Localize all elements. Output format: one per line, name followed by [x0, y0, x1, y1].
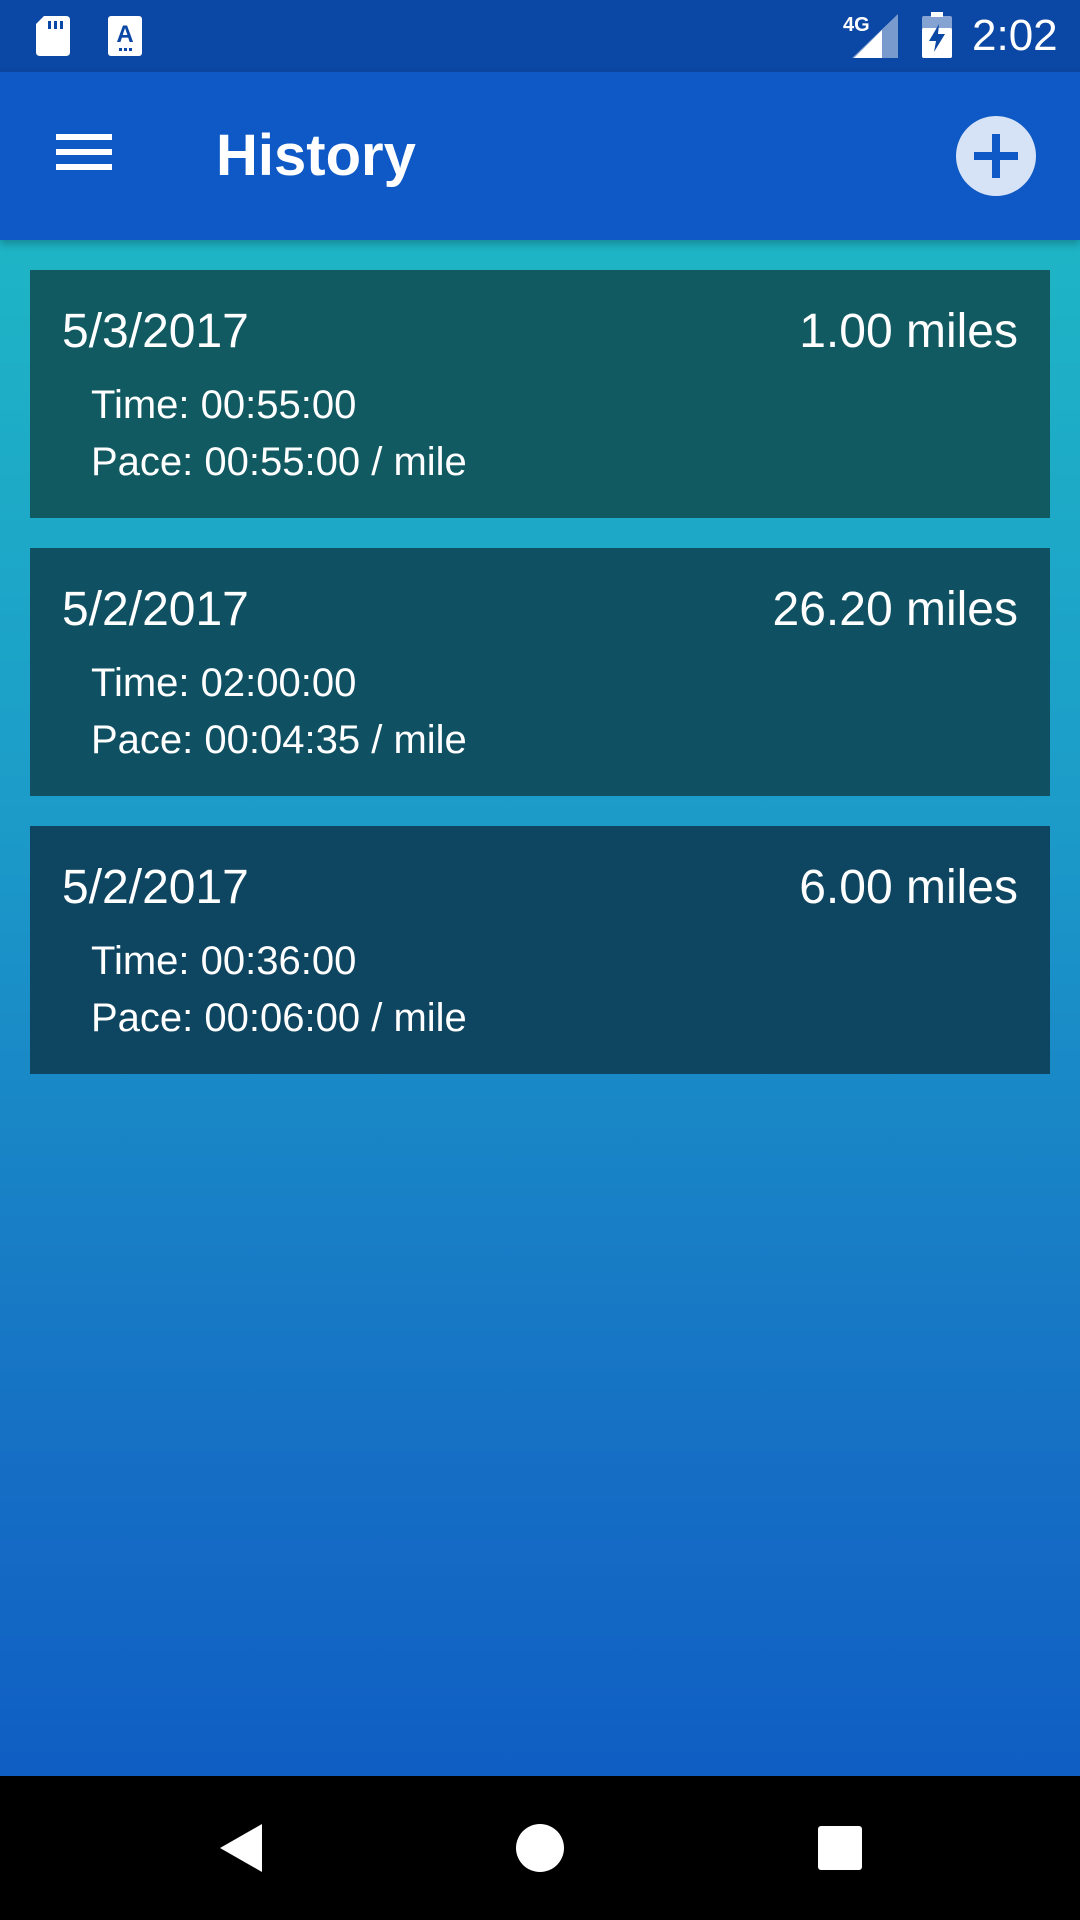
- clock: 2:02: [972, 11, 1058, 60]
- run-pace: Pace: 00:06:00 / mile: [91, 996, 467, 1040]
- recent-apps-icon[interactable]: [810, 1818, 870, 1878]
- svg-text:A: A: [116, 21, 133, 48]
- font-icon: A: [108, 16, 142, 56]
- run-distance: 1.00 miles: [799, 305, 1018, 358]
- run-date: 5/2/2017: [62, 861, 249, 914]
- plus-icon: [974, 134, 1018, 178]
- history-card[interactable]: 5/2/2017 6.00 miles Time: 00:36:00 Pace:…: [30, 826, 1050, 1074]
- run-time: Time: 00:36:00: [91, 939, 357, 983]
- run-pace: Pace: 00:04:35 / mile: [91, 718, 467, 762]
- run-distance: 26.20 miles: [772, 583, 1018, 636]
- back-icon[interactable]: [210, 1818, 270, 1878]
- history-card[interactable]: 5/3/2017 1.00 miles Time: 00:55:00 Pace:…: [30, 270, 1050, 518]
- status-bar: A 4G 2:02: [0, 0, 1080, 72]
- run-pace: Pace: 00:55:00 / mile: [91, 440, 467, 484]
- battery-charging-icon: [922, 12, 952, 58]
- app-bar: History: [0, 72, 1080, 240]
- run-time: Time: 00:55:00: [91, 383, 357, 427]
- history-card[interactable]: 5/2/2017 26.20 miles Time: 02:00:00 Pace…: [30, 548, 1050, 796]
- run-date: 5/3/2017: [62, 305, 249, 358]
- history-list: 5/3/2017 1.00 miles Time: 00:55:00 Pace:…: [30, 270, 1050, 1104]
- home-icon[interactable]: [510, 1818, 570, 1878]
- signal-icon: [852, 14, 898, 58]
- page-title: History: [216, 123, 416, 188]
- add-run-button[interactable]: [956, 116, 1036, 196]
- run-distance: 6.00 miles: [799, 861, 1018, 914]
- navigation-bar: [0, 1776, 1080, 1920]
- sd-card-icon: [36, 16, 70, 56]
- run-time: Time: 02:00:00: [91, 661, 357, 705]
- menu-button[interactable]: [44, 122, 124, 182]
- run-date: 5/2/2017: [62, 583, 249, 636]
